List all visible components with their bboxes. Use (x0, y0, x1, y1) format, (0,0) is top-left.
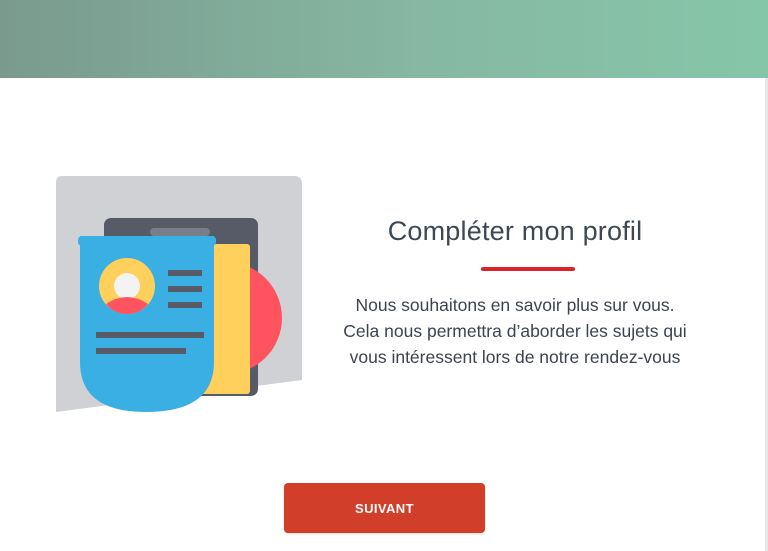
description-line: Cela nous permettra d’aborder les sujets… (343, 321, 687, 341)
profile-card-icon (56, 176, 302, 412)
title-underline (481, 267, 575, 271)
description-line: vous intéressent lors de notre rendez-vo… (349, 347, 681, 367)
page: Compléter mon profil Nous souhaitons en … (0, 0, 768, 551)
page-title: Compléter mon profil (387, 216, 643, 246)
description: Nous souhaitons en savoir plus sur vous.… (330, 292, 700, 370)
top-banner (0, 0, 768, 78)
next-button[interactable]: SUIVANT (284, 483, 485, 533)
description-line: Nous souhaitons en savoir plus sur vous. (355, 295, 675, 315)
